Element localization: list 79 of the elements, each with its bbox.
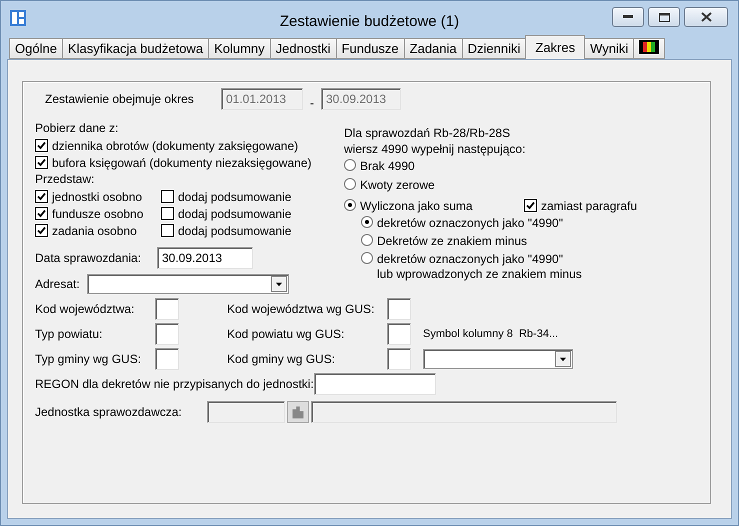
building-icon[interactable]	[287, 401, 309, 423]
radio-button[interactable]	[344, 198, 356, 210]
radio-button[interactable]	[361, 252, 373, 264]
report-date-label: Data sprawozdania:	[35, 251, 142, 265]
window-title: Zestawienie budżetowe (1)	[280, 12, 460, 30]
radio-label: Dekretów ze znakiem minus	[377, 234, 528, 249]
section-label: Pobierz dane z:	[35, 120, 120, 137]
tab[interactable]: Jednostki	[270, 38, 337, 59]
checkbox-label: jednostki osobno	[52, 190, 142, 204]
checkbox-label: zamiast paragrafu	[541, 198, 638, 212]
radio-button[interactable]	[344, 159, 356, 171]
code-field[interactable]	[155, 298, 179, 320]
period-to-field[interactable]: 30.09.2013	[321, 88, 401, 110]
period-label: Zestawienie obejmuje okres	[44, 92, 195, 106]
maximize-button[interactable]	[648, 7, 680, 27]
addressee-dropdown[interactable]	[87, 274, 289, 294]
checkbox-label: dodaj podsumowanie	[178, 224, 292, 238]
radio-label: dekretów oznaczonych jako "4990" lub wprowadzonych ze znakiem minus	[377, 252, 582, 282]
radio-label: Wyliczona jako suma	[360, 198, 473, 212]
tab[interactable]: Fundusze	[336, 38, 405, 59]
tab[interactable]: Dzienniki	[462, 38, 526, 59]
minimize-icon	[623, 15, 633, 19]
code-field[interactable]	[387, 298, 411, 320]
code-field[interactable]	[155, 323, 179, 345]
unit-label: Jednostka sprawozdawcza:	[35, 405, 183, 419]
checkbox-label: dodaj podsumowanie	[178, 206, 292, 220]
radio-label: Kwoty zerowe	[360, 178, 435, 192]
section-label: Przedstaw:	[35, 171, 96, 188]
code-label: Kod województwa:	[35, 302, 136, 316]
regon-field[interactable]	[314, 373, 436, 395]
radio-button[interactable]	[361, 234, 373, 246]
instruction-text: Dla sprawozdań Rb-28/Rb-28S	[344, 125, 512, 141]
regon-label: REGON dla dekretów nie przypisanych do jednostki:	[35, 377, 314, 391]
symbol-dropdown[interactable]	[423, 349, 573, 369]
checkbox[interactable]	[35, 207, 48, 220]
radio-label: Brak 4990	[360, 159, 415, 173]
code-label: Kod województwa wg GUS:	[227, 302, 376, 316]
period-from-field[interactable]: 01.01.2013	[221, 88, 303, 110]
maximize-icon	[658, 12, 670, 22]
tab[interactable]	[633, 38, 666, 59]
checkbox[interactable]	[524, 199, 537, 212]
addressee-label: Adresat:	[35, 277, 81, 291]
checkbox[interactable]	[161, 190, 174, 203]
code-field[interactable]	[387, 348, 411, 370]
checkbox-label: dziennika obrotów (dokumenty zaksięgowane)	[52, 138, 298, 152]
checkbox-label: dodaj podsumowanie	[178, 190, 292, 204]
tab[interactable]: Klasyfikacja budżetowa	[62, 38, 210, 59]
tab[interactable]: Kolumny	[208, 38, 271, 59]
code-label: Kod powiatu wg GUS:	[227, 327, 346, 341]
tab[interactable]: Zakres	[525, 35, 586, 59]
checkbox[interactable]	[161, 207, 174, 220]
checkbox[interactable]	[35, 224, 48, 237]
checkbox[interactable]	[35, 156, 48, 169]
tab[interactable]: Ogólne	[9, 38, 63, 59]
checkbox[interactable]	[161, 224, 174, 237]
code-label: Kod gminy wg GUS:	[227, 352, 336, 366]
radio-label: dekretów oznaczonych jako "4990"	[377, 216, 563, 231]
app-icon	[9, 9, 27, 27]
report-date-field[interactable]: 30.09.2013	[157, 247, 253, 269]
code-field[interactable]	[387, 323, 411, 345]
tab[interactable]: Zadania	[404, 38, 463, 59]
film-icon	[639, 40, 660, 54]
checkbox-label: fundusze osobno	[52, 206, 144, 220]
minimize-button[interactable]	[612, 7, 644, 27]
checkbox-label: zadania osobno	[52, 224, 137, 238]
code-label: Typ gminy wg GUS:	[35, 352, 142, 366]
radio-button[interactable]	[361, 216, 373, 228]
code-field[interactable]	[155, 348, 179, 370]
code-label: Typ powiatu:	[35, 327, 104, 341]
tab[interactable]: Wyniki	[584, 38, 634, 59]
close-icon	[700, 12, 712, 22]
instruction-text: wiersz 4990 wypełnij następująco:	[344, 141, 526, 157]
symbol-label: Symbol kolumny 8 Rb-34...	[423, 328, 560, 340]
close-button[interactable]	[684, 7, 728, 27]
checkbox[interactable]	[35, 139, 48, 152]
checkbox-label: bufora księgowań (dokumenty niezaksięgowane)	[52, 156, 312, 170]
checkbox[interactable]	[35, 190, 48, 203]
period-separator: -	[309, 96, 315, 110]
radio-button[interactable]	[344, 178, 356, 190]
